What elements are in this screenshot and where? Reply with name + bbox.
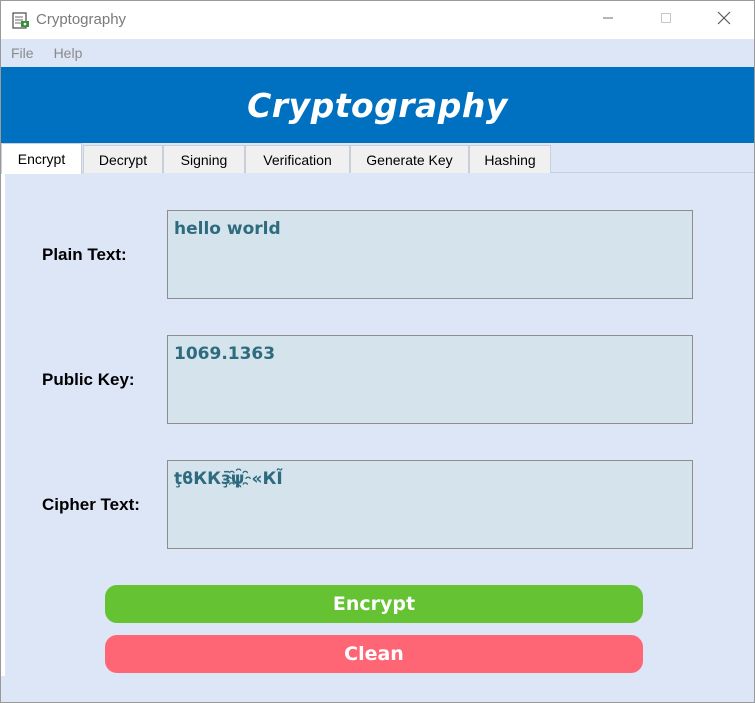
tab-encrypt[interactable]: Encrypt xyxy=(1,143,82,174)
plain-text-input[interactable]: hello world xyxy=(167,210,693,299)
menu-help[interactable]: Help xyxy=(44,39,93,67)
window-title: Cryptography xyxy=(36,11,127,28)
banner-title: Cryptography xyxy=(247,85,508,125)
maximize-button[interactable] xyxy=(643,1,689,39)
close-button[interactable] xyxy=(701,1,747,39)
header-banner: Cryptography xyxy=(1,67,754,143)
public-key-label: Public Key: xyxy=(42,370,135,389)
tab-generate-key[interactable]: Generate Key xyxy=(350,145,469,173)
bottom-strip xyxy=(1,676,754,702)
menu-bar: File Help xyxy=(1,39,754,67)
plain-text-label: Plain Text: xyxy=(42,245,127,264)
encrypt-button[interactable]: Encrypt xyxy=(105,585,643,623)
maximize-icon xyxy=(660,11,672,29)
public-key-input[interactable]: 1069.1363 xyxy=(167,335,693,424)
cipher-text-label: Cipher Text: xyxy=(42,495,140,514)
tab-verification[interactable]: Verification xyxy=(245,145,350,173)
tab-strip: Encrypt Decrypt Signing Verification Gen… xyxy=(1,143,754,174)
encrypt-panel: Plain Text: hello world Public Key: 1069… xyxy=(5,173,754,676)
minimize-button[interactable] xyxy=(585,1,631,39)
cipher-text-output[interactable]: ţϐККҙ̄ψ҈«КĨ xyxy=(167,460,693,549)
minimize-icon xyxy=(602,11,614,29)
app-window: Cryptography File Help Cryptography Encr… xyxy=(0,0,755,703)
tab-hashing[interactable]: Hashing xyxy=(469,145,551,173)
close-icon xyxy=(717,11,731,30)
tab-decrypt[interactable]: Decrypt xyxy=(83,145,163,173)
menu-file[interactable]: File xyxy=(1,39,44,67)
tab-signing[interactable]: Signing xyxy=(163,145,245,173)
app-cryptography-icon xyxy=(11,10,31,30)
clean-button[interactable]: Clean xyxy=(105,635,643,673)
title-bar[interactable]: Cryptography xyxy=(1,1,754,39)
